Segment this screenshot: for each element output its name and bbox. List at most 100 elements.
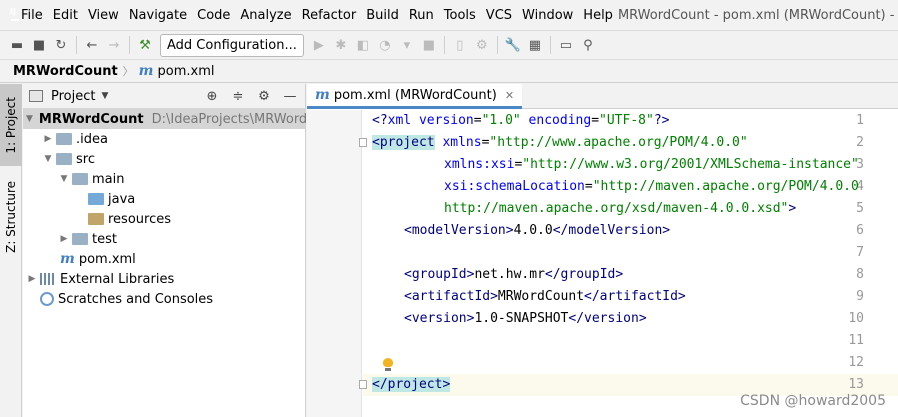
tree-item-src[interactable]: ▼ src xyxy=(23,149,305,169)
collapse-all-icon[interactable]: ≑ xyxy=(227,85,249,107)
tag-text: net.hw.mr xyxy=(474,267,545,282)
structure-tool-tab[interactable]: Z: Structure xyxy=(0,172,22,262)
breadcrumb-project[interactable]: MRWordCount xyxy=(13,64,118,79)
tree-item-java[interactable]: java xyxy=(23,189,305,209)
tree-item-external-libraries[interactable]: ▶ External Libraries xyxy=(23,269,305,289)
locate-target-icon[interactable]: ⊕ xyxy=(201,85,223,107)
forward-arrow-icon[interactable]: → xyxy=(103,34,125,56)
menu-window[interactable]: Window xyxy=(517,0,578,31)
attach-debugger-icon[interactable]: ▯ xyxy=(449,34,471,56)
tree-item-label: java xyxy=(108,191,136,207)
add-configuration-button[interactable]: Add Configuration... xyxy=(160,33,304,57)
chevron-right-icon[interactable]: ▶ xyxy=(58,234,70,244)
tree-item-label: External Libraries xyxy=(60,271,175,287)
project-view-icon xyxy=(29,90,43,102)
menu-file[interactable]: File xyxy=(16,0,48,31)
line-number: 10 xyxy=(848,311,864,326)
chevron-down-icon[interactable]: ▼ xyxy=(58,174,70,184)
synchronize-icon[interactable]: ↻ xyxy=(50,34,72,56)
minimize-icon[interactable]: — xyxy=(279,85,301,107)
tree-item-label: MRWordCount xyxy=(38,111,144,127)
menu-help[interactable]: Help xyxy=(578,0,618,31)
gear-icon[interactable]: ⚙ xyxy=(253,85,275,107)
editor-area: m pom.xml (MRWordCount) ✕ 1 2 3 4 5 6 7 … xyxy=(307,84,898,417)
terminal-icon[interactable]: ▭ xyxy=(555,34,577,56)
toolbar-divider xyxy=(76,36,77,54)
tree-item-root[interactable]: ▼ MRWordCount D:\IdeaProjects\MRWord xyxy=(23,109,307,129)
open-folder-icon[interactable]: ▬ xyxy=(6,34,28,56)
menu-navigate[interactable]: Navigate xyxy=(124,0,192,31)
equals: = xyxy=(591,113,600,128)
menu-bar: File Edit View Navigate Code Analyze Ref… xyxy=(0,0,898,31)
chevron-down-icon[interactable]: ▼ xyxy=(26,114,33,124)
update-running-icon[interactable]: ⚙ xyxy=(471,34,493,56)
menu-build[interactable]: Build xyxy=(361,0,404,31)
project-tool-tab[interactable]: 1: Project xyxy=(0,84,22,166)
chevron-right-icon[interactable]: ▶ xyxy=(26,274,38,284)
menu-run[interactable]: Run xyxy=(404,0,439,31)
editor-tab-pom[interactable]: m pom.xml (MRWordCount) ✕ xyxy=(307,84,523,109)
breadcrumb-separator: 〉 xyxy=(122,65,134,78)
menu-view[interactable]: View xyxy=(83,0,124,31)
project-structure-icon[interactable]: ▦ xyxy=(524,34,546,56)
tree-item-label: pom.xml xyxy=(78,251,136,267)
xml-prolog-open: <? xyxy=(372,113,388,128)
toolbar-divider xyxy=(496,36,498,54)
tree-item-pom[interactable]: m pom.xml xyxy=(23,249,305,269)
chevron-down-icon[interactable]: ▼ xyxy=(42,154,54,164)
attr-name: encoding xyxy=(520,113,592,128)
line-number: 2 xyxy=(856,135,864,150)
folder-icon xyxy=(72,173,88,185)
search-icon[interactable]: ⚲ xyxy=(577,34,599,56)
line-number: 11 xyxy=(848,333,864,348)
menu-analyze[interactable]: Analyze xyxy=(235,0,296,31)
equals: = xyxy=(584,179,593,194)
tree-item-idea[interactable]: ▶ .idea xyxy=(23,129,305,149)
stop-icon[interactable]: ■ xyxy=(418,34,440,56)
code-editor[interactable]: 1 2 3 4 5 6 7 8 9 10 11 12 13 <?xml vers… xyxy=(307,110,898,417)
toolbar-divider xyxy=(129,36,130,54)
line-number: 7 xyxy=(856,245,864,260)
code-line-9: <artifactId>MRWordCount</artifactId> xyxy=(404,286,686,308)
build-hammer-icon[interactable]: ⚒ xyxy=(134,34,156,56)
save-all-icon[interactable]: ■ xyxy=(28,34,50,56)
menu-code[interactable]: Code xyxy=(192,0,235,31)
maven-file-icon: m xyxy=(60,251,75,267)
structure-tool-tab-label: Z: Structure xyxy=(4,181,18,253)
editor-tab-bar: m pom.xml (MRWordCount) ✕ xyxy=(307,84,898,109)
menu-tools[interactable]: Tools xyxy=(439,0,481,31)
profile-icon[interactable]: ◔ xyxy=(374,34,396,56)
debug-icon[interactable]: ✱ xyxy=(330,34,352,56)
attr-name: version xyxy=(418,113,474,128)
tag-text: 1.0-SNAPSHOT xyxy=(474,311,569,326)
tree-item-scratches[interactable]: Scratches and Consoles xyxy=(23,289,305,309)
fold-marker-icon[interactable] xyxy=(359,138,367,147)
fold-marker-icon[interactable] xyxy=(359,380,367,389)
tree-item-resources[interactable]: resources xyxy=(23,209,305,229)
tree-item-label: resources xyxy=(108,211,172,227)
coverage-icon[interactable]: ◧ xyxy=(352,34,374,56)
lightbulb-icon[interactable] xyxy=(383,358,393,371)
code-line-10: <version>1.0-SNAPSHOT</version> xyxy=(404,308,647,330)
wrench-settings-icon[interactable]: 🔧 xyxy=(502,34,524,56)
menu-refactor[interactable]: Refactor xyxy=(297,0,362,31)
libraries-icon xyxy=(40,273,56,285)
run-icon[interactable]: ▶ xyxy=(308,34,330,56)
back-arrow-icon[interactable]: ← xyxy=(81,34,103,56)
line-number: 9 xyxy=(856,289,864,304)
project-panel-title[interactable]: Project xyxy=(51,89,95,104)
chevron-down-icon[interactable]: ▼ xyxy=(101,91,108,101)
xml-prolog-close: ?> xyxy=(653,113,670,128)
run-dropdown-icon[interactable]: ▾ xyxy=(396,34,418,56)
menu-edit[interactable]: Edit xyxy=(48,0,83,31)
tree-item-main[interactable]: ▼ main xyxy=(23,169,305,189)
breadcrumb: MRWordCount 〉 m pom.xml xyxy=(0,60,898,83)
breadcrumb-file[interactable]: pom.xml xyxy=(158,64,215,79)
close-tag: </modelVersion> xyxy=(552,223,671,238)
menu-vcs[interactable]: VCS xyxy=(481,0,517,31)
scratches-icon xyxy=(40,292,54,306)
tree-item-label: .idea xyxy=(76,131,108,147)
tree-item-test[interactable]: ▶ test xyxy=(23,229,305,249)
chevron-right-icon[interactable]: ▶ xyxy=(42,134,54,144)
close-icon[interactable]: ✕ xyxy=(505,89,514,102)
